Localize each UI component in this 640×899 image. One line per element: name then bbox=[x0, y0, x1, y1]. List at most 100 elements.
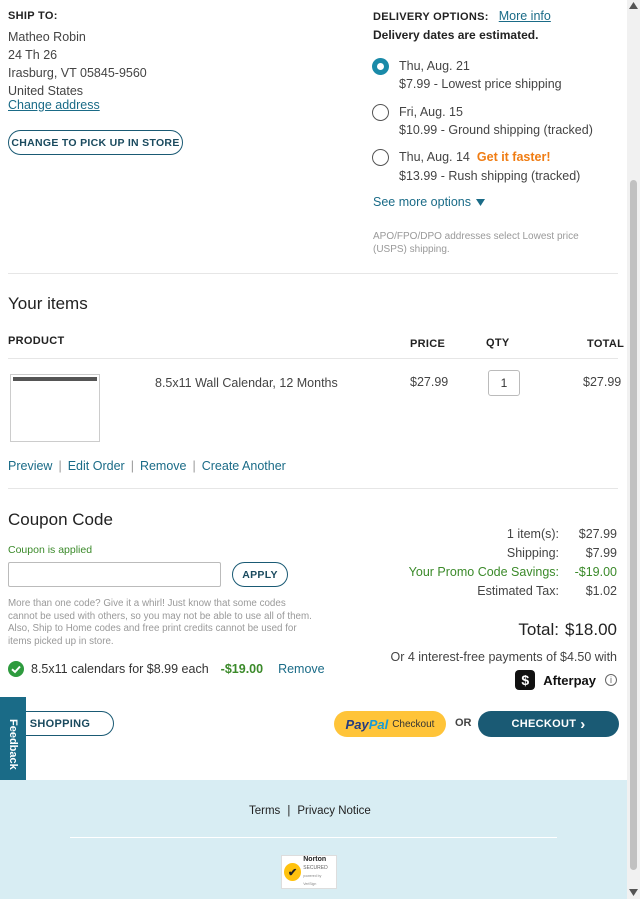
separator: | bbox=[130, 459, 134, 473]
delivery-options-label: DELIVERY OPTIONS: bbox=[373, 11, 489, 23]
afterpay-row: $ Afterpay i bbox=[515, 670, 617, 690]
edit-order-link[interactable]: Edit Order bbox=[68, 459, 125, 473]
paypal-checkout-label: Checkout bbox=[392, 718, 435, 730]
checkout-page: SHIP TO: Matheo Robin 24 Th 26 Irasburg,… bbox=[0, 0, 627, 899]
delivery-option-3-line: Thu, Aug. 14 Get it faster! bbox=[399, 148, 551, 166]
norton-powered-by: powered by VeriSign bbox=[303, 874, 322, 886]
afterpay-logo-icon: $ bbox=[515, 670, 536, 690]
your-items-title: Your items bbox=[8, 294, 88, 313]
delivery-option-1-date: Thu, Aug. 21 bbox=[399, 59, 470, 73]
delivery-estimate-note: Delivery dates are estimated. bbox=[373, 28, 539, 42]
feedback-tab[interactable]: Feedback bbox=[0, 697, 26, 791]
delivery-option-1-detail: $7.99 - Lowest price shipping bbox=[399, 77, 562, 91]
chevron-right-icon: › bbox=[580, 715, 586, 733]
product-name: 8.5x11 Wall Calendar, 12 Months bbox=[155, 376, 338, 390]
delivery-radio-1[interactable] bbox=[372, 58, 389, 75]
summary-items-value: $27.99 bbox=[578, 527, 617, 541]
caret-down-icon bbox=[475, 199, 485, 206]
order-total-value: $18.00 bbox=[565, 620, 617, 639]
summary-shipping-row: Shipping: $7.99 bbox=[357, 546, 617, 560]
footer-divider bbox=[70, 837, 557, 838]
ship-to-street: 24 Th 26 bbox=[8, 48, 58, 62]
apo-note: APO/FPO/DPO addresses select Lowest pric… bbox=[373, 231, 579, 255]
scroll-down-arrow-icon[interactable] bbox=[629, 889, 638, 896]
quantity-input[interactable]: 1 bbox=[488, 370, 520, 396]
more-info-link[interactable]: More info bbox=[499, 9, 551, 23]
divider bbox=[8, 273, 618, 274]
remove-item-link[interactable]: Remove bbox=[140, 459, 187, 473]
divider bbox=[8, 488, 618, 489]
promo-amount: -$19.00 bbox=[220, 662, 264, 676]
paypal-pal-text: Pal bbox=[368, 716, 389, 732]
qty-column-header: QTY bbox=[486, 337, 510, 349]
summary-shipping-value: $7.99 bbox=[585, 546, 617, 560]
footer-links: Terms | Privacy Notice bbox=[249, 805, 371, 817]
summary-tax-value: $1.02 bbox=[585, 584, 617, 598]
or-separator: OR bbox=[455, 717, 472, 729]
product-thumbnail[interactable] bbox=[10, 374, 100, 442]
item-actions: Preview | Edit Order | Remove | Create A… bbox=[8, 459, 286, 473]
change-to-pickup-button[interactable]: CHANGE TO PICK UP IN STORE bbox=[8, 130, 183, 155]
checkout-button[interactable]: CHECKOUT › bbox=[478, 711, 619, 737]
coupon-help-text: More than one code? Give it a whirl! Jus… bbox=[8, 598, 312, 647]
summary-promo-label: Your Promo Code Savings: bbox=[408, 565, 559, 579]
paypal-logo-icon: PayPal bbox=[346, 717, 389, 732]
total-column-header: TOTAL bbox=[587, 338, 625, 350]
get-it-faster-tag: Get it faster! bbox=[476, 150, 551, 164]
delivery-header: DELIVERY OPTIONS: More info bbox=[373, 9, 551, 23]
product-column-header: PRODUCT bbox=[8, 335, 65, 347]
norton-text: Norton SECURED powered by VeriSign bbox=[303, 856, 334, 888]
ship-to-name: Matheo Robin bbox=[8, 30, 86, 44]
norton-check-icon: ✔ bbox=[284, 863, 302, 881]
paypal-checkout-button[interactable]: PayPal Checkout bbox=[334, 711, 446, 737]
create-another-link[interactable]: Create Another bbox=[202, 459, 286, 473]
change-address-link[interactable]: Change address bbox=[8, 98, 100, 112]
summary-tax-label: Estimated Tax: bbox=[477, 584, 559, 598]
applied-promo-row: 8.5x11 calendars for $8.99 each -$19.00 … bbox=[8, 661, 325, 677]
delivery-option-2-detail: $10.99 - Ground shipping (tracked) bbox=[399, 123, 593, 137]
privacy-notice-link[interactable]: Privacy Notice bbox=[297, 805, 371, 817]
delivery-radio-2[interactable] bbox=[372, 104, 389, 121]
product-price: $27.99 bbox=[410, 375, 449, 389]
promo-description: 8.5x11 calendars for $8.99 each bbox=[31, 662, 209, 676]
summary-promo-row: Your Promo Code Savings: -$19.00 bbox=[357, 565, 617, 579]
feedback-label: Feedback bbox=[7, 718, 19, 770]
ship-to-label: SHIP TO: bbox=[8, 10, 58, 22]
scroll-up-arrow-icon[interactable] bbox=[629, 2, 638, 9]
norton-title: Norton bbox=[303, 856, 327, 863]
coupon-code-input[interactable] bbox=[8, 562, 221, 587]
preview-link[interactable]: Preview bbox=[8, 459, 52, 473]
afterpay-label: Afterpay bbox=[543, 672, 596, 688]
separator: | bbox=[58, 459, 62, 473]
info-icon[interactable]: i bbox=[605, 674, 617, 686]
summary-items-row: 1 item(s): $27.99 bbox=[357, 527, 617, 541]
norton-badge[interactable]: ✔ Norton SECURED powered by VeriSign bbox=[281, 855, 337, 889]
delivery-radio-3[interactable] bbox=[372, 149, 389, 166]
see-more-options-link[interactable]: See more options bbox=[373, 195, 485, 209]
ship-to-city: Irasburg, VT 05845-9560 bbox=[8, 66, 147, 80]
apply-coupon-button[interactable]: APPLY bbox=[232, 562, 288, 587]
delivery-option-3-detail: $13.99 - Rush shipping (tracked) bbox=[399, 169, 581, 183]
checkout-label: CHECKOUT bbox=[511, 718, 577, 730]
check-circle-icon bbox=[8, 661, 24, 677]
see-more-options-label: See more options bbox=[373, 195, 471, 209]
summary-promo-value: -$19.00 bbox=[574, 565, 617, 579]
paypal-pay-text: Pay bbox=[345, 716, 369, 732]
coupon-applied-note: Coupon is applied bbox=[8, 544, 93, 556]
terms-link[interactable]: Terms bbox=[249, 805, 280, 817]
separator: | bbox=[192, 459, 196, 473]
divider bbox=[8, 358, 618, 359]
summary-tax-row: Estimated Tax: $1.02 bbox=[357, 584, 617, 598]
price-column-header: PRICE bbox=[410, 338, 446, 350]
order-total: Total: $18.00 bbox=[518, 620, 617, 640]
footer-separator: | bbox=[287, 805, 291, 817]
scrollbar-thumb[interactable] bbox=[630, 180, 637, 870]
calendar-header-strip bbox=[13, 377, 97, 381]
installments-text: Or 4 interest-free payments of $4.50 wit… bbox=[390, 650, 618, 664]
remove-promo-link[interactable]: Remove bbox=[278, 662, 325, 676]
coupon-code-title: Coupon Code bbox=[8, 510, 113, 529]
summary-shipping-label: Shipping: bbox=[506, 546, 559, 560]
delivery-option-2-date: Fri, Aug. 15 bbox=[399, 105, 463, 119]
summary-items-label: 1 item(s): bbox=[506, 527, 559, 541]
delivery-option-3-date: Thu, Aug. 14 bbox=[399, 150, 470, 164]
